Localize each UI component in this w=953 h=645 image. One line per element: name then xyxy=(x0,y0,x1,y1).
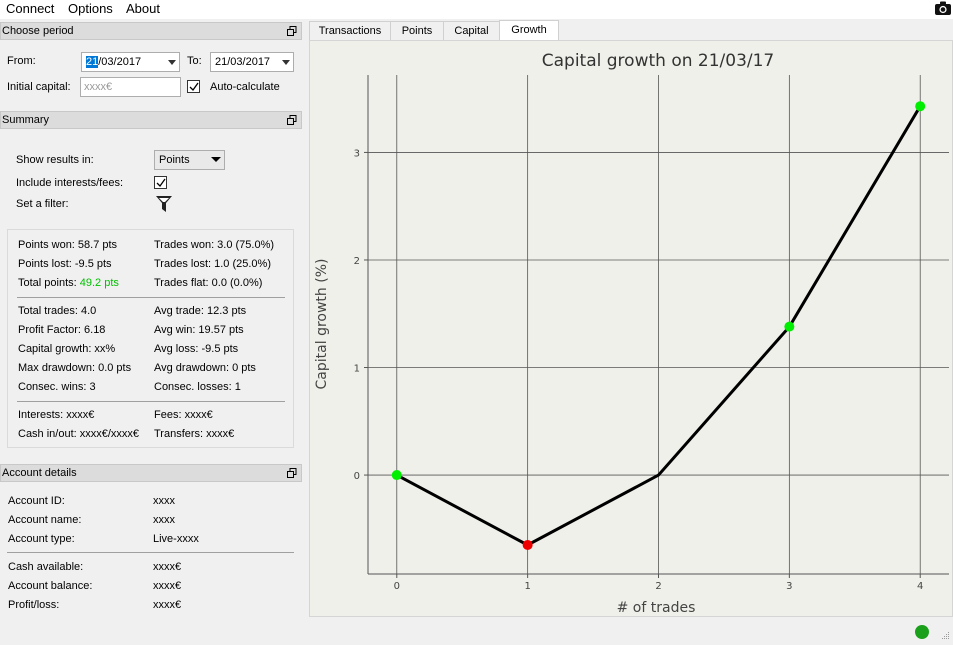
stat-consec-losses: Consec. losses: 1 xyxy=(154,381,241,393)
stat-fees: Fees: xxxx€ xyxy=(154,409,213,421)
stat-max-drawdown: Max drawdown: 0.0 pts xyxy=(18,362,132,374)
account-type-value: Live-xxxx xyxy=(153,533,199,545)
stat-trades-flat: Trades flat: 0.0 (0.0%) xyxy=(154,277,263,289)
stat-transfers: Transfers: xxxx€ xyxy=(154,428,235,440)
filter-label: Set a filter: xyxy=(16,198,69,210)
stat-total-points-value: 49.2 pts xyxy=(79,277,119,289)
stat-avg-drawdown: Avg drawdown: 0 pts xyxy=(154,362,256,374)
undock-icon[interactable] xyxy=(287,115,297,125)
include-fees-checkbox[interactable] xyxy=(154,176,167,189)
stat-points-won: Points won: 58.7 pts xyxy=(18,239,118,251)
summary-title: Summary xyxy=(2,114,50,126)
to-date-value: 21/03/2017 xyxy=(215,56,271,68)
from-label: From: xyxy=(7,55,36,67)
account-balance-value: xxxx€ xyxy=(153,580,182,592)
account-name-label: Account name: xyxy=(8,514,82,526)
stat-trades-lost: Trades lost: 1.0 (25.0%) xyxy=(154,258,271,270)
resize-grip-icon[interactable] xyxy=(940,630,950,640)
account-details-title: Account details xyxy=(2,467,77,479)
divider xyxy=(17,297,285,298)
stat-profit-factor: Profit Factor: 6.18 xyxy=(18,324,106,336)
auto-calculate-label: Auto-calculate xyxy=(210,81,280,93)
y-tick-label: 3 xyxy=(354,148,360,159)
stat-consec-wins: Consec. wins: 3 xyxy=(18,381,96,393)
stat-capital-growth: Capital growth: xx% xyxy=(18,343,116,355)
menu-bar: Connect Options About xyxy=(0,0,953,19)
chevron-down-icon xyxy=(282,60,290,65)
to-date-combo[interactable]: 21/03/2017 xyxy=(210,52,294,72)
summary-header: Summary xyxy=(0,111,302,129)
check-icon xyxy=(189,82,199,92)
stat-points-lost: Points lost: -9.5 pts xyxy=(18,258,112,270)
account-details-header: Account details xyxy=(0,464,302,482)
account-type-label: Account type: xyxy=(8,533,75,545)
from-date-combo[interactable]: 21/03/2017 xyxy=(81,52,180,72)
choose-period-header: Choose period xyxy=(0,22,302,40)
chart-xlabel: # of trades xyxy=(617,600,696,616)
from-date-rest: /03/2017 xyxy=(98,56,142,68)
data-point xyxy=(391,470,402,481)
stat-avg-loss: Avg loss: -9.5 pts xyxy=(154,343,239,355)
show-results-label: Show results in: xyxy=(16,154,94,166)
x-tick-label: 1 xyxy=(524,581,530,592)
data-point xyxy=(915,101,926,112)
stat-total-trades: Total trades: 4.0 xyxy=(18,305,97,317)
chevron-down-icon xyxy=(168,60,176,65)
stat-avg-trade: Avg trade: 12.3 pts xyxy=(154,305,247,317)
to-label: To: xyxy=(187,55,202,67)
connection-status-indicator xyxy=(915,625,929,639)
divider xyxy=(17,401,285,402)
stat-total-points-label: Total points: xyxy=(18,277,80,289)
stat-interests: Interests: xxxx€ xyxy=(18,409,95,421)
show-results-combo[interactable]: Points xyxy=(154,150,225,170)
y-tick-label: 0 xyxy=(354,471,360,482)
growth-chart: Capital growth on 21/03/17 # of trades C… xyxy=(314,51,949,616)
data-point xyxy=(522,539,533,550)
y-tick-label: 1 xyxy=(354,364,360,375)
profit-loss-label: Profit/loss: xyxy=(8,599,60,611)
undock-icon[interactable] xyxy=(287,26,297,36)
account-id-label: Account ID: xyxy=(8,495,65,507)
x-tick-label: 2 xyxy=(655,581,661,592)
tab-transactions[interactable]: Transactions xyxy=(309,21,391,41)
include-fees-label: Include interests/fees: xyxy=(16,177,124,189)
from-day-selected: 21 xyxy=(86,56,99,68)
stat-cash-in-out: Cash in/out: xxxx€/xxxx€ xyxy=(18,428,140,440)
stat-avg-win: Avg win: 19.57 pts xyxy=(154,324,244,336)
tab-growth[interactable]: Growth xyxy=(499,20,559,41)
camera-icon[interactable] xyxy=(934,0,952,17)
menu-about[interactable]: About xyxy=(126,1,160,16)
stat-trades-won: Trades won: 3.0 (75.0%) xyxy=(154,239,275,251)
growth-chart-panel: Capital growth on 21/03/17 # of trades C… xyxy=(309,40,953,617)
summary-stats-box: Points won: 58.7 pts Points lost: -9.5 p… xyxy=(7,229,294,448)
tab-capital[interactable]: Capital xyxy=(443,21,500,41)
chart-title: Capital growth on 21/03/17 xyxy=(542,51,775,71)
account-id-value: xxxx xyxy=(153,495,175,507)
x-tick-label: 3 xyxy=(786,581,792,592)
y-tick-label: 2 xyxy=(354,256,360,267)
menu-connect[interactable]: Connect xyxy=(6,1,54,16)
cash-available-value: xxxx€ xyxy=(153,561,182,573)
chevron-down-icon xyxy=(211,157,221,162)
data-point xyxy=(784,321,795,332)
x-tick-label: 0 xyxy=(394,581,400,592)
check-icon xyxy=(156,178,166,188)
account-balance-label: Account balance: xyxy=(8,580,93,592)
show-results-value: Points xyxy=(159,154,190,166)
initial-capital-input[interactable]: xxxx€ xyxy=(80,77,181,97)
undock-icon[interactable] xyxy=(287,468,297,478)
stat-total-points: Total points: 49.2 pts xyxy=(18,277,119,289)
divider xyxy=(7,552,294,553)
choose-period-title: Choose period xyxy=(2,25,74,37)
account-name-value: xxxx xyxy=(153,514,175,526)
profit-loss-value: xxxx€ xyxy=(153,599,182,611)
auto-calculate-checkbox[interactable] xyxy=(187,80,200,93)
filter-icon[interactable] xyxy=(156,195,172,216)
cash-available-label: Cash available: xyxy=(8,561,84,573)
menu-options[interactable]: Options xyxy=(68,1,113,16)
chart-ylabel: Capital growth (%) xyxy=(314,259,330,390)
x-tick-label: 4 xyxy=(917,581,923,592)
initial-capital-label: Initial capital: xyxy=(7,81,71,93)
tab-points[interactable]: Points xyxy=(390,21,444,41)
